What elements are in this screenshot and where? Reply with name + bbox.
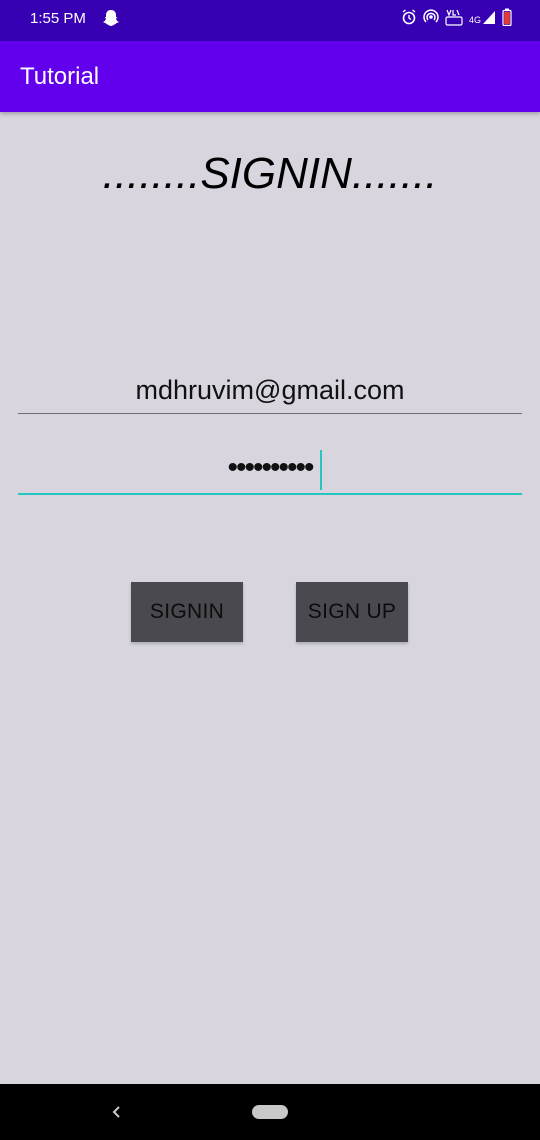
text-cursor [320,450,322,490]
home-pill-icon[interactable] [252,1105,288,1119]
app-title: Tutorial [20,63,100,90]
status-time: 1:55 PM [30,10,86,27]
back-icon[interactable] [110,1102,124,1122]
app-bar: Tutorial [0,41,540,112]
status-bar: 1:55 PM 4G [0,0,540,41]
email-field[interactable]: mdhruvim@gmail.com [18,366,522,414]
volte-icon [445,8,463,26]
password-value: •••••••••• [227,451,314,484]
email-value: mdhruvim@gmail.com [135,375,405,405]
battery-icon [502,8,512,26]
email-underline [18,413,522,414]
alarm-icon [401,9,417,25]
snapchat-ghost-icon [102,9,120,27]
navigation-bar [0,1084,540,1140]
network-label: 4G [468,15,481,25]
status-icons: 4G [401,8,512,26]
hotspot-icon [423,9,439,25]
signup-button[interactable]: SIGN UP [296,582,408,642]
4g-signal-icon: 4G [469,9,496,25]
signin-heading: ........SIGNIN....... [102,149,438,198]
password-field[interactable]: •••••••••• [18,446,522,495]
password-underline [18,493,522,495]
signin-button[interactable]: SIGNIN [131,582,243,642]
